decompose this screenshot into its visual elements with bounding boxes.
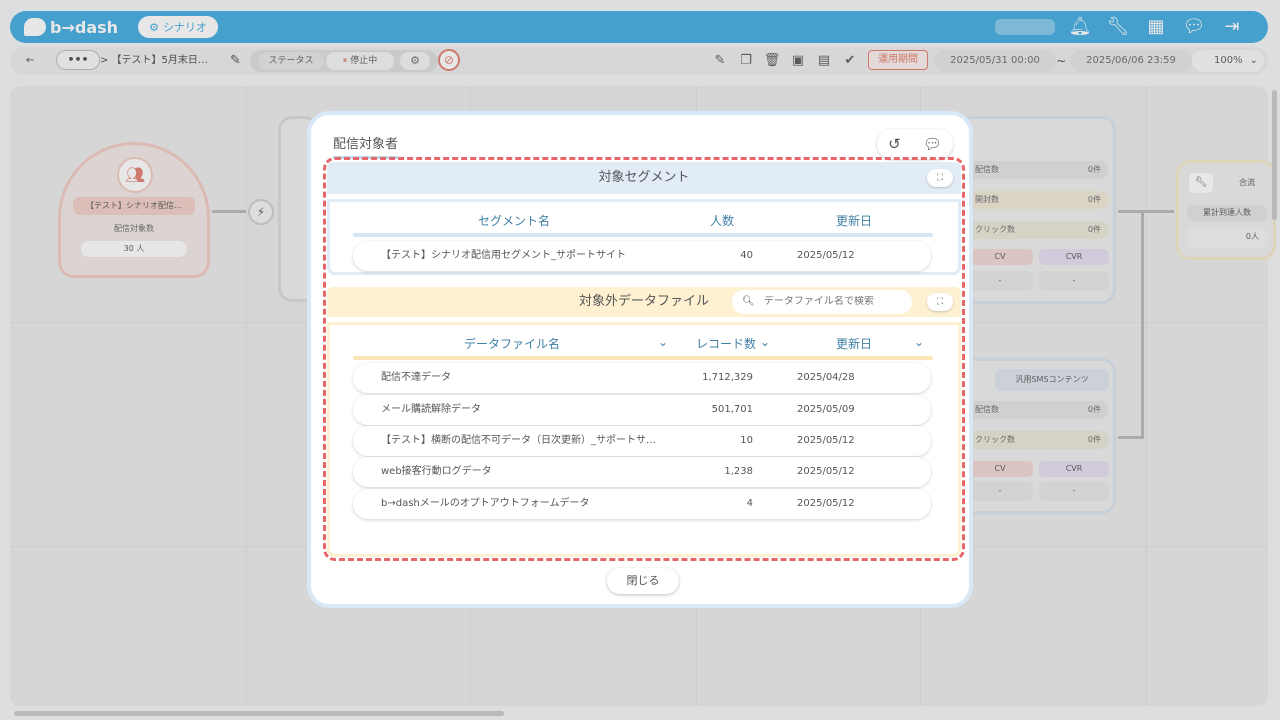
segment-count-header: 人数 (710, 214, 735, 228)
table-row[interactable]: b→dashメールのオプトアウトフォームデータ 4 2025/05/12 (353, 489, 931, 519)
table-row[interactable]: 配信不達データ 1,712,329 2025/04/28 (353, 363, 931, 393)
history-icon[interactable]: ↺ (888, 135, 901, 153)
segment-date-cell: 2025/05/12 (797, 250, 855, 261)
table-row[interactable]: メール購読解除データ 501,701 2025/05/09 (353, 395, 931, 425)
datafile-header-underline (353, 356, 933, 360)
datafile-date-cell: 2025/05/12 (797, 435, 855, 446)
datafile-count-cell: 10 (740, 435, 753, 446)
segment-section-header: 対象セグメント ⛶ (327, 162, 961, 194)
search-icon: 🔍︎ (742, 296, 755, 307)
datafile-search-box: 🔍︎ (732, 290, 912, 314)
segment-count-cell: 40 (740, 250, 753, 261)
datafile-count-cell: 1,712,329 (702, 372, 753, 383)
datafile-date-sort-chevron-icon[interactable]: ⌄ (914, 335, 924, 349)
segment-header-underline (353, 233, 933, 237)
excluded-expand-icon[interactable]: ⛶ (927, 293, 953, 311)
segment-section-title: 対象セグメント (598, 170, 690, 185)
close-button[interactable]: 閉じる (607, 568, 679, 594)
chat-icon[interactable]: 💬︎ (923, 135, 942, 153)
excluded-datafile-table: データファイル名 ⌄ レコード数 ⌄ 更新日 ⌄ 配信不達データ 1,712,3… (327, 322, 961, 557)
table-row[interactable]: web接客行動ログデータ 1,238 2025/05/12 (353, 457, 931, 487)
excluded-section-title: 対象外データファイル (579, 294, 710, 309)
datafile-search-input[interactable] (763, 296, 894, 307)
table-row[interactable]: 【テスト】横断の配信不可データ（日次更新）_サポートサ… 10 2025/05/… (353, 426, 931, 456)
datafile-name-cell: b→dashメールのオプトアウトフォームデータ (381, 498, 590, 509)
datafile-count-header[interactable]: レコード数 (696, 335, 756, 352)
segment-date-header: 更新日 (836, 214, 873, 228)
modal-tools: ↺ 💬︎ (877, 129, 953, 159)
segment-expand-icon[interactable]: ⛶ (927, 169, 953, 187)
datafile-date-cell: 2025/04/28 (797, 372, 855, 383)
datafile-name-cell: メール購読解除データ (381, 404, 481, 415)
excluded-section-header: 対象外データファイル 🔍︎ ⛶ (327, 287, 961, 317)
datafile-date-cell: 2025/05/12 (797, 498, 855, 509)
datafile-count-cell: 1,238 (724, 466, 753, 477)
datafile-count-sort-chevron-icon[interactable]: ⌄ (760, 335, 770, 349)
datafile-name-cell: web接客行動ログデータ (381, 466, 492, 477)
datafile-count-cell: 4 (746, 498, 753, 509)
modal-title: 配信対象者 (333, 133, 399, 159)
datafile-name-cell: 【テスト】横断の配信不可データ（日次更新）_サポートサ… (381, 435, 656, 446)
datafile-name-header[interactable]: データファイル名 (464, 335, 560, 352)
datafile-name-sort-chevron-icon[interactable]: ⌄ (658, 335, 668, 349)
datafile-count-cell: 501,701 (711, 404, 753, 415)
segment-name-cell: 【テスト】シナリオ配信用セグメント_サポートサイト (381, 250, 626, 261)
segment-name-header: セグメント名 (478, 214, 551, 228)
target-audience-modal: 配信対象者 ↺ 💬︎ 対象セグメント ⛶ セグメント名 人数 更新日 【テスト】… (307, 111, 973, 608)
datafile-date-cell: 2025/05/09 (797, 404, 855, 415)
segment-table: セグメント名 人数 更新日 【テスト】シナリオ配信用セグメント_サポートサイト … (327, 199, 961, 275)
datafile-name-cell: 配信不達データ (381, 372, 451, 383)
datafile-date-header[interactable]: 更新日 (836, 335, 872, 352)
datafile-date-cell: 2025/05/12 (797, 466, 855, 477)
table-row[interactable]: 【テスト】シナリオ配信用セグメント_サポートサイト 40 2025/05/12 (353, 241, 931, 271)
